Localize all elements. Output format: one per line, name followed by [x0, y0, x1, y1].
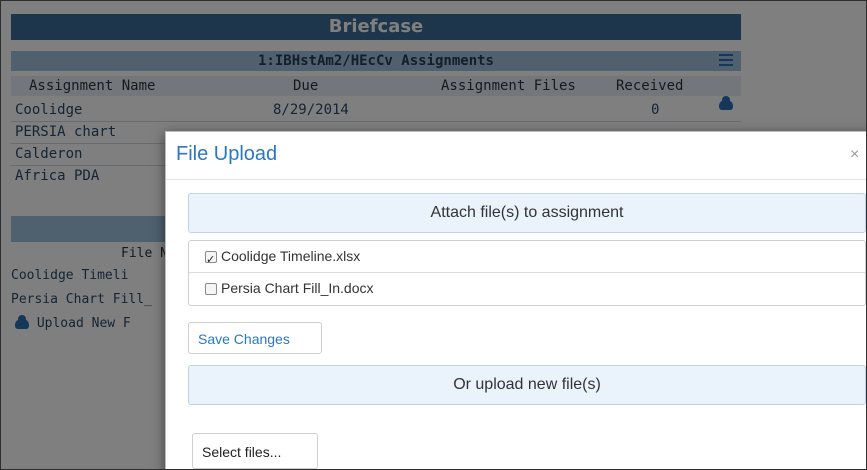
file-checkbox-item[interactable]: Coolidge Timeline.xlsx	[189, 241, 865, 276]
file-checkbox-label: Coolidge Timeline.xlsx	[221, 248, 361, 264]
attach-files-header: Attach file(s) to assignment	[188, 193, 866, 233]
attach-file-list: Coolidge Timeline.xlsx Persia Chart Fill…	[188, 240, 866, 306]
close-icon[interactable]: ×	[850, 146, 859, 164]
checkbox-unchecked-icon[interactable]	[205, 283, 217, 295]
upload-new-files-header: Or upload new file(s)	[188, 365, 866, 405]
select-files-button[interactable]: Select files...	[192, 433, 318, 469]
checkbox-checked-icon[interactable]	[205, 245, 217, 276]
file-checkbox-item[interactable]: Persia Chart Fill_In.docx	[189, 272, 865, 304]
dialog-divider	[166, 179, 866, 180]
file-checkbox-label: Persia Chart Fill_In.docx	[221, 280, 374, 296]
file-upload-dialog: File Upload × Attach file(s) to assignme…	[165, 131, 866, 469]
save-changes-button[interactable]: Save Changes	[188, 322, 322, 354]
dialog-title: File Upload	[176, 143, 278, 165]
app-frame: Briefcase 1:IBHstAm2/HEcCv Assignments A…	[0, 0, 867, 470]
